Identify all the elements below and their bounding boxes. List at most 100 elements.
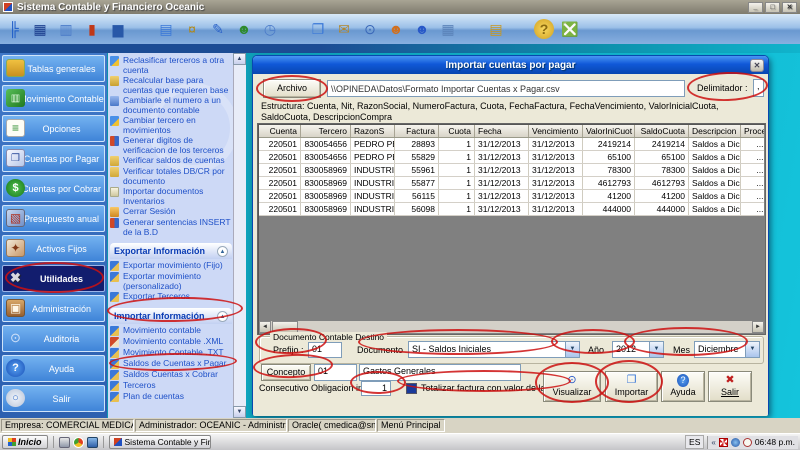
chevron-up-icon[interactable]: ▲ (217, 311, 228, 322)
help-icon[interactable]: ? (534, 19, 554, 39)
menu-item[interactable]: Reclasificar terceros a otra cuenta (110, 56, 232, 75)
menu-item[interactable]: Saldos Cuentas x Cobrar (110, 370, 232, 380)
menu-item[interactable]: Verificar saldos de cuentas (110, 156, 232, 166)
grid-data-row[interactable]: 220501830058969INDUSTRIA55961131/12/2013… (259, 164, 764, 177)
book-icon[interactable]: ▮ (82, 19, 102, 39)
sidebar-item[interactable]: ▥ Movimiento Contable (2, 85, 105, 112)
salir-button[interactable]: ✖ Salir (708, 371, 752, 402)
visualizar-button[interactable]: ⊙ Visualizar (543, 371, 601, 402)
section-header-exportar[interactable]: Exportar Información ▲ (110, 243, 232, 259)
menu-item[interactable]: Cambiar tercero en movimientos (110, 116, 232, 135)
menu-item[interactable]: Generar digitos de verificacion de los t… (110, 136, 232, 155)
menu-item[interactable]: Movimiento Contable .TXT (110, 348, 232, 358)
printer-icon[interactable] (59, 437, 70, 448)
tray-clock-icon[interactable] (743, 438, 752, 447)
chart-icon[interactable]: ▆ (108, 19, 128, 39)
archivo-button[interactable]: Archivo (263, 79, 321, 98)
notebook-icon[interactable]: ▤ (486, 19, 506, 39)
doc-clock-icon[interactable]: ◷ (260, 19, 280, 39)
chevron-down-icon[interactable]: ▼ (745, 342, 759, 357)
chevron-down-icon[interactable]: ▼ (565, 342, 579, 357)
show-desktop-icon[interactable] (87, 437, 98, 448)
tray-app-icon[interactable] (719, 438, 728, 447)
importar-button[interactable]: ❐ Importar (605, 371, 658, 402)
menu-item[interactable]: Recalcular base para cuentas que requier… (110, 76, 232, 95)
user-orange-icon[interactable]: ☻ (386, 19, 406, 39)
menu-item[interactable]: Importar documentos Inventarios (110, 187, 232, 206)
chevron-up-icon[interactable]: ▲ (217, 246, 228, 257)
ano-dropdown[interactable]: 2012 ▼ (612, 341, 664, 358)
menu-item[interactable]: Plan de cuentas (110, 392, 232, 402)
sidebar-item[interactable]: ▣ Administración (2, 295, 105, 322)
scroll-right-icon[interactable]: ► (752, 321, 764, 333)
tray-chevron-icon[interactable]: « (711, 438, 715, 447)
section-header-importar[interactable]: Importar Información ▲ (110, 308, 232, 324)
consecutivo-field[interactable]: 1 (361, 381, 391, 396)
ayuda-button[interactable]: ? Ayuda (661, 371, 705, 402)
concepto-code-field[interactable]: 01 (314, 364, 357, 381)
menu-item[interactable]: Cerrar Sesión (110, 207, 232, 217)
exit-door-icon[interactable]: ❎ (560, 19, 580, 39)
doc-search-icon[interactable]: ⊙ (360, 19, 380, 39)
menu-item[interactable]: Cambiarle el numero a un documento conta… (110, 96, 232, 115)
sidebar-item[interactable]: ≡ Opciones (2, 115, 105, 142)
sidebar-item[interactable]: $ Cuentas por Cobrar (2, 175, 105, 202)
sidebar-item[interactable]: ○ Salir (2, 385, 105, 412)
chevron-down-icon[interactable]: ▼ (649, 342, 663, 357)
totalizar-checkbox[interactable] (406, 383, 417, 394)
sidebar-item[interactable]: ❐ Cuentas por Pagar (2, 145, 105, 172)
doc-arrow-icon[interactable]: ▤ (156, 19, 176, 39)
sidebar-item[interactable]: ✦ Activos Fijos (2, 235, 105, 262)
calendar-icon[interactable]: ▦ (438, 19, 458, 39)
task-pane-scrollbar[interactable]: ▲ ▼ (233, 53, 246, 418)
tree-icon[interactable]: ╠ (4, 19, 24, 39)
sidebar-item[interactable]: ? Ayuda (2, 355, 105, 382)
scroll-down-icon[interactable]: ▼ (233, 406, 246, 418)
dialog-close-button[interactable]: ✕ (750, 59, 764, 72)
maximize-button[interactable]: □ (765, 2, 780, 13)
scroll-up-icon[interactable]: ▲ (233, 53, 246, 65)
money-icon[interactable]: ¤ (182, 19, 202, 39)
minimize-button[interactable]: _ (748, 2, 763, 13)
sidebar-item[interactable]: ⊙ Auditoria (2, 325, 105, 352)
menu-item[interactable]: Exportar Terceros (110, 292, 232, 302)
grid-data-row[interactable]: 220501830058969INDUSTRIA56115131/12/2013… (259, 190, 764, 203)
menu-item[interactable]: Verificar totales DB/CR por documento (110, 167, 232, 186)
tables-icon[interactable]: ▦ (30, 19, 50, 39)
language-indicator[interactable]: ES (685, 435, 704, 449)
prefijo-field[interactable]: 01 (308, 342, 342, 358)
file-path-field[interactable]: \\OPINEDA\Datos\Formato Importar Cuentas… (327, 80, 685, 97)
mail-icon[interactable]: ✉ (334, 19, 354, 39)
grid-data-row[interactable]: 220501830054656PEDRO PER55829131/12/2013… (259, 151, 764, 164)
concepto-desc-field[interactable]: Gastos Generales (359, 364, 521, 381)
copy-doc-icon[interactable]: ❐ (308, 19, 328, 39)
menu-item[interactable]: Saldos de Cuentas x Pagar (110, 359, 232, 369)
sidebar-item-label: Movimiento Contable (19, 94, 104, 104)
chrome-icon[interactable] (73, 437, 84, 448)
delimitador-field[interactable]: , (753, 79, 764, 97)
sidebar-item[interactable]: ✖ Utilidades (2, 265, 105, 292)
user-blue-icon[interactable]: ☻ (412, 19, 432, 39)
sidebar-item[interactable]: ▧ Presupuesto anual (2, 205, 105, 232)
import-grid[interactable]: CuentaTerceroRazonSFacturaCuotaFechaVenc… (257, 123, 766, 335)
documento-dropdown[interactable]: SI - Saldos Iniciales ▼ (408, 341, 580, 358)
start-button[interactable]: Inicio (2, 435, 48, 449)
tray-network-icon[interactable] (731, 438, 740, 447)
user-green-icon[interactable]: ☻ (234, 19, 254, 39)
close-button[interactable]: ✕ (782, 2, 797, 13)
grid-data-row[interactable]: 220501830058969INDUSTRIA55877131/12/2013… (259, 177, 764, 190)
menu-item[interactable]: Terceros (110, 381, 232, 391)
menu-item[interactable]: Generar sentencias INSERT de la B.D (110, 218, 232, 237)
menu-item[interactable]: Exportar movimiento (personalizado) (110, 272, 232, 291)
menu-item[interactable]: Movimiento contable .XML (110, 337, 232, 347)
grid-data-row[interactable]: 220501830054656PEDRO PER28893131/12/2013… (259, 138, 764, 151)
menu-item[interactable]: Movimiento contable (110, 326, 232, 336)
taskbar-task-button[interactable]: Sistema Contable y Fina... (109, 435, 211, 449)
edit-doc-icon[interactable]: ✎ (208, 19, 228, 39)
menu-item[interactable]: Exportar movimiento (Fijo) (110, 261, 232, 271)
grid-data-row[interactable]: 220501830058969INDUSTRIA56098131/12/2013… (259, 203, 764, 216)
mes-dropdown[interactable]: Diciembre ▼ (694, 341, 760, 358)
schedule-icon[interactable]: ▥ (56, 19, 76, 39)
concepto-button[interactable]: Concepto (261, 364, 311, 381)
sidebar-item[interactable]: Tablas generales (2, 55, 105, 82)
